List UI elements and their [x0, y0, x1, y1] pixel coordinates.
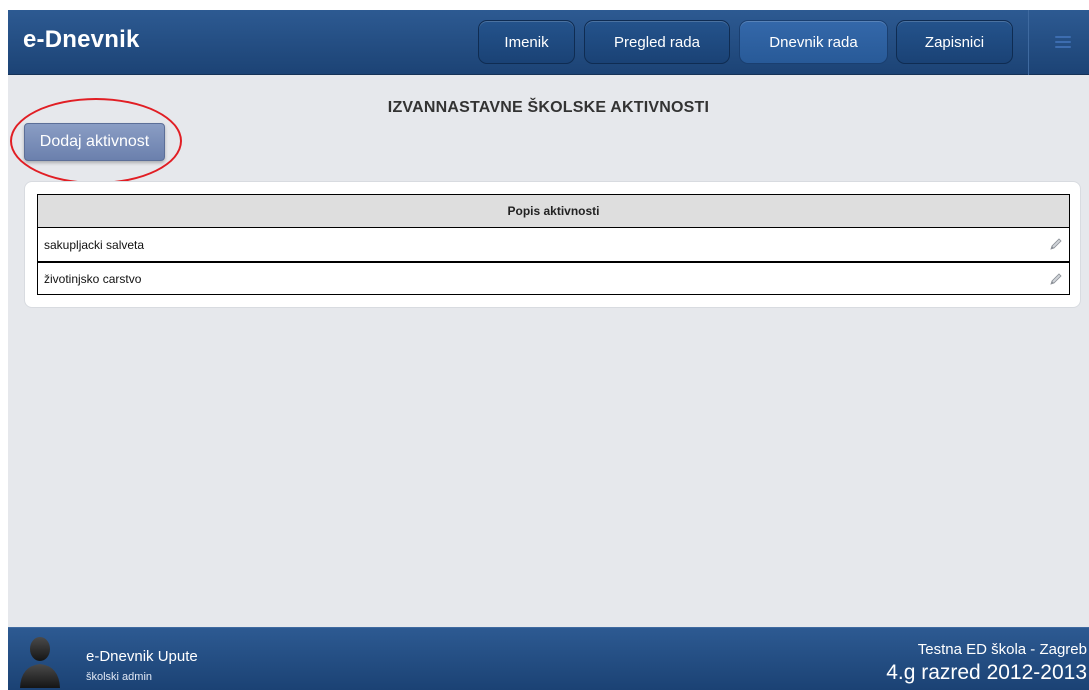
class-year: 4.g razred 2012-2013	[886, 661, 1087, 684]
table-row[interactable]: životinjsko carstvo	[38, 261, 1069, 294]
activities-panel: Popis aktivnosti sakupljacki salveta živ…	[24, 181, 1081, 308]
app-window: e-Dnevnik Imenik Pregled rada Dnevnik ra…	[8, 10, 1089, 690]
nav-zapisnici[interactable]: Zapisnici	[896, 20, 1013, 64]
pencil-icon[interactable]	[1049, 272, 1063, 286]
app-logo: e-Dnevnik	[23, 26, 140, 53]
page-title: IZVANNASTAVNE ŠKOLSKE AKTIVNOSTI	[387, 99, 710, 116]
table-header: Popis aktivnosti	[38, 195, 1069, 228]
footer-bar: e-Dnevnik Upute školski admin Testna ED …	[8, 627, 1089, 690]
user-role: školski admin	[86, 671, 153, 683]
activity-name: sakupljacki salveta	[44, 237, 145, 252]
nav-pregled-rada[interactable]: Pregled rada	[584, 20, 730, 64]
add-activity-button[interactable]: Dodaj aktivnost	[24, 123, 165, 161]
nav-divider	[1028, 10, 1029, 75]
pencil-icon[interactable]	[1049, 237, 1063, 251]
activities-table: Popis aktivnosti sakupljacki salveta živ…	[37, 194, 1070, 295]
activity-name: životinjsko carstvo	[44, 271, 142, 286]
user-silhouette-icon	[20, 637, 60, 688]
nav-imenik[interactable]: Imenik	[478, 20, 575, 64]
hamburger-menu-icon[interactable]	[1055, 36, 1071, 48]
nav-dnevnik-rada[interactable]: Dnevnik rada	[739, 20, 888, 64]
user-name[interactable]: e-Dnevnik Upute	[86, 648, 198, 665]
table-row[interactable]: sakupljacki salveta	[38, 228, 1069, 261]
top-bar: e-Dnevnik Imenik Pregled rada Dnevnik ra…	[8, 10, 1089, 75]
school-name: Testna ED škola - Zagreb	[917, 641, 1087, 658]
